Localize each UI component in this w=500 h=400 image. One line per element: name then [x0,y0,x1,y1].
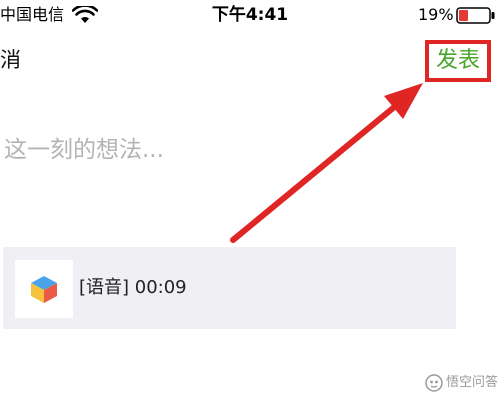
battery-icon [456,7,495,24]
cube-icon [31,276,57,303]
voice-thumbnail [15,260,73,318]
voice-attachment-card[interactable]: [语音] 00:09 [3,247,456,329]
thought-text-input[interactable] [0,130,424,170]
wukong-logo-icon [425,373,443,392]
watermark: 悟空问答 [402,371,498,395]
voice-label: [语音] 00:09 [79,277,187,298]
moments-compose-screen: 中国电信 下午4:41 19% 消 发表 [语音] 00:09 [0,0,500,400]
battery-percent: 19% [418,5,454,24]
status-bar: 中国电信 下午4:41 19% [0,0,500,30]
watermark-text: 悟空问答 [445,375,498,390]
publish-button[interactable]: 发表 [425,40,491,82]
cancel-button[interactable]: 消 [0,46,21,74]
